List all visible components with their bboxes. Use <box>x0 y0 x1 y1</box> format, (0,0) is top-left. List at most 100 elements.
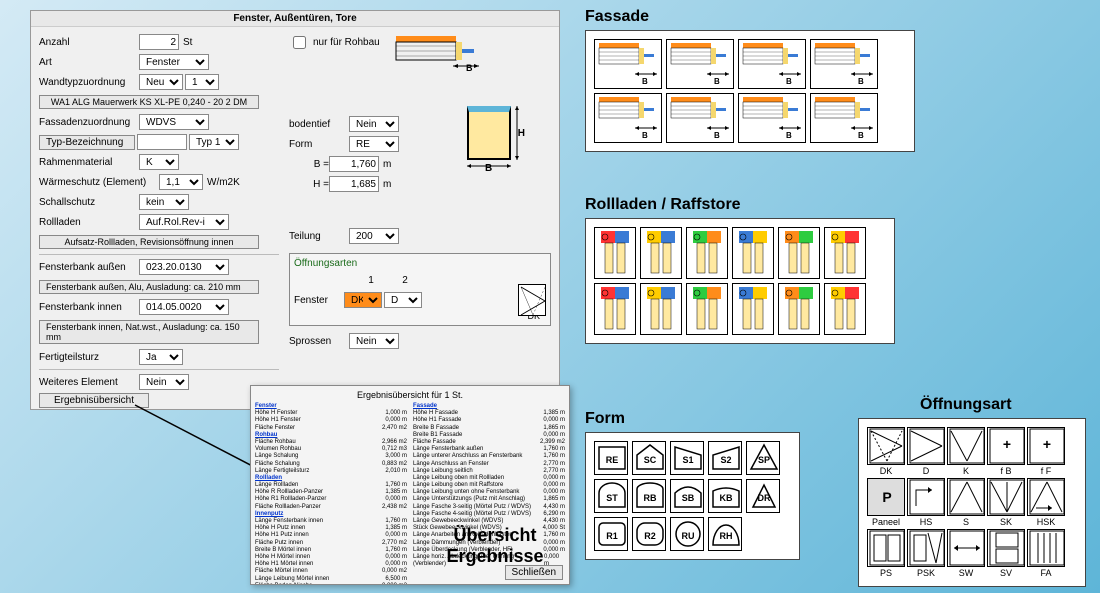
oeff-thumb-label: PSK <box>907 568 945 578</box>
fassade-thumb[interactable]: B <box>810 39 878 89</box>
form-thumb-dr[interactable]: DR <box>746 479 780 513</box>
fassade-thumb[interactable]: B <box>738 93 806 143</box>
svg-text:R1: R1 <box>606 531 618 541</box>
fb-aussen-desc-button[interactable]: Fensterbank außen, Alu, Ausladung: ca. 2… <box>39 280 259 294</box>
svg-text:R2: R2 <box>644 531 656 541</box>
rollladen-thumb[interactable] <box>640 227 682 279</box>
form-thumb-rb[interactable]: RB <box>632 479 666 513</box>
oeff-thumb-sk[interactable] <box>987 478 1025 516</box>
rollladen-desc-button[interactable]: Aufsatz-Rollladen, Revisionsöffnung inne… <box>39 235 259 249</box>
typ-text-input[interactable] <box>137 134 187 150</box>
fassade-thumb[interactable]: B <box>594 93 662 143</box>
teilung-select[interactable]: 200 <box>349 228 399 244</box>
oeff-title: Öffnungsarten <box>294 258 546 269</box>
result-row: Länge Unterstützungs (Putz mit Anschlag)… <box>413 496 565 503</box>
rollladen-thumb[interactable] <box>778 227 820 279</box>
fb-innen-select[interactable]: 014.05.0020 <box>139 299 229 315</box>
fassade-select[interactable]: WDVS <box>139 114 209 130</box>
oeff-thumb-psk[interactable] <box>907 529 945 567</box>
oeff-thumb-d[interactable] <box>907 427 945 465</box>
oeff-thumb-fb[interactable]: + <box>987 427 1025 465</box>
rollladen-thumb[interactable] <box>594 227 636 279</box>
oeff-thumb-label: FA <box>1027 568 1065 578</box>
art-select[interactable]: Fenster <box>139 54 209 70</box>
form-thumb-s1[interactable]: S1 <box>670 441 704 475</box>
rollladen-thumb[interactable] <box>686 283 728 335</box>
bodentief-select[interactable]: Nein <box>349 116 399 132</box>
dk-select-2[interactable]: D <box>384 292 422 308</box>
typ-select[interactable]: Typ 1 <box>189 134 239 150</box>
wandtyp-desc-button[interactable]: WA1 ALG Mauerwerk KS XL-PE 0,240 - 20 2 … <box>39 95 259 109</box>
weiteres-select[interactable]: Nein <box>139 374 189 390</box>
result-row: Länge Leibung seitlich2,770 m <box>413 468 565 475</box>
oeff-thumb-ps[interactable] <box>867 529 905 567</box>
rollladen-thumb[interactable] <box>778 283 820 335</box>
wandtyp-select2[interactable]: 1 <box>185 74 219 90</box>
form-thumb-sb[interactable]: SB <box>670 479 704 513</box>
b-label: B = <box>289 159 329 170</box>
rollladen-thumb[interactable] <box>640 283 682 335</box>
form-thumb-re[interactable]: RE <box>594 441 628 475</box>
close-button[interactable]: Schließen <box>505 565 563 580</box>
wandtyp-label: Wandtypzuordnung <box>39 77 139 88</box>
anzahl-input[interactable] <box>139 34 179 50</box>
oeff-thumb-s[interactable] <box>947 478 985 516</box>
form-thumb-s2[interactable]: S2 <box>708 441 742 475</box>
fassade-thumb[interactable]: B <box>666 39 734 89</box>
result-row: Länge Schalung3,000 m <box>255 453 407 460</box>
oeff-thumb-label: S <box>947 517 985 527</box>
oeff-thumb-sw[interactable] <box>947 529 985 567</box>
oeff-thumb-fa[interactable] <box>1027 529 1065 567</box>
schall-select[interactable]: kein <box>139 194 189 210</box>
fb-aussen-select[interactable]: 023.20.0130 <box>139 259 229 275</box>
ergebnis-button[interactable]: Ergebnisübersicht <box>39 393 149 408</box>
svg-text:SC: SC <box>644 455 657 465</box>
rollladen-thumb[interactable] <box>824 227 866 279</box>
result-row: Höhe H1 Fassade0,000 m <box>413 417 565 424</box>
wandtyp-select1[interactable]: Neu <box>139 74 183 90</box>
form-thumb-kb[interactable]: KB <box>708 479 742 513</box>
b-input[interactable] <box>329 156 379 172</box>
oeff-thumb-k[interactable] <box>947 427 985 465</box>
rollladen-thumb[interactable] <box>824 283 866 335</box>
rollladen-thumb[interactable] <box>594 283 636 335</box>
result-row: Höhe R Rollladen-Panzer1,385 m <box>255 489 407 496</box>
oeff-thumb-ff[interactable]: + <box>1027 427 1065 465</box>
warme-select[interactable]: 1,1 <box>159 174 203 190</box>
result-row: Höhe H1 Mörtel innen0,000 m <box>255 561 407 568</box>
oeff-thumb-paneel[interactable]: P <box>867 478 905 516</box>
form-thumb-rh[interactable]: RH <box>708 517 742 551</box>
typ-bezeichnung-button[interactable]: Typ-Bezeichnung <box>39 135 135 150</box>
rollladen-select[interactable]: Auf.Rol.Rev-i <box>139 214 229 230</box>
nur-rohbau-checkbox[interactable]: nur für Rohbau <box>289 33 380 52</box>
svg-text:RB: RB <box>644 493 657 503</box>
form-thumb-r1[interactable]: R1 <box>594 517 628 551</box>
form-thumb-sc[interactable]: SC <box>632 441 666 475</box>
form-thumb-st[interactable]: ST <box>594 479 628 513</box>
oeff-thumb-dk[interactable] <box>867 427 905 465</box>
fb-innen-desc-button[interactable]: Fensterbank innen, Nat.wst., Ausladung: … <box>39 320 259 344</box>
result-row: Länge Leibung oben mit Raffstore0,000 m <box>413 482 565 489</box>
rollladen-thumb[interactable] <box>732 227 774 279</box>
result-row: Länge Leibung Mörtel innen6,500 m <box>255 576 407 583</box>
oeff-thumb-label: SV <box>987 568 1025 578</box>
form-thumb-r2[interactable]: R2 <box>632 517 666 551</box>
form-thumb-sp[interactable]: SP <box>746 441 780 475</box>
dk-select-1[interactable]: DK <box>344 292 382 308</box>
form-thumb-ru[interactable]: RU <box>670 517 704 551</box>
rahmen-select[interactable]: K <box>139 154 179 170</box>
fassade-thumb[interactable]: B <box>810 93 878 143</box>
oeff-thumb-hs[interactable] <box>907 478 945 516</box>
h-input[interactable] <box>329 176 379 192</box>
fertig-select[interactable]: Ja <box>139 349 183 365</box>
fassade-thumb[interactable]: B <box>738 39 806 89</box>
rollladen-thumb[interactable] <box>686 227 728 279</box>
oeff-thumb-sv[interactable] <box>987 529 1025 567</box>
sprossen-label: Sprossen <box>289 336 349 347</box>
form-shape-select[interactable]: RE <box>349 136 399 152</box>
fassade-thumb[interactable]: B <box>666 93 734 143</box>
fassade-thumb[interactable]: B <box>594 39 662 89</box>
rollladen-thumb[interactable] <box>732 283 774 335</box>
sprossen-select[interactable]: Nein <box>349 333 399 349</box>
oeff-thumb-hsk[interactable] <box>1027 478 1065 516</box>
